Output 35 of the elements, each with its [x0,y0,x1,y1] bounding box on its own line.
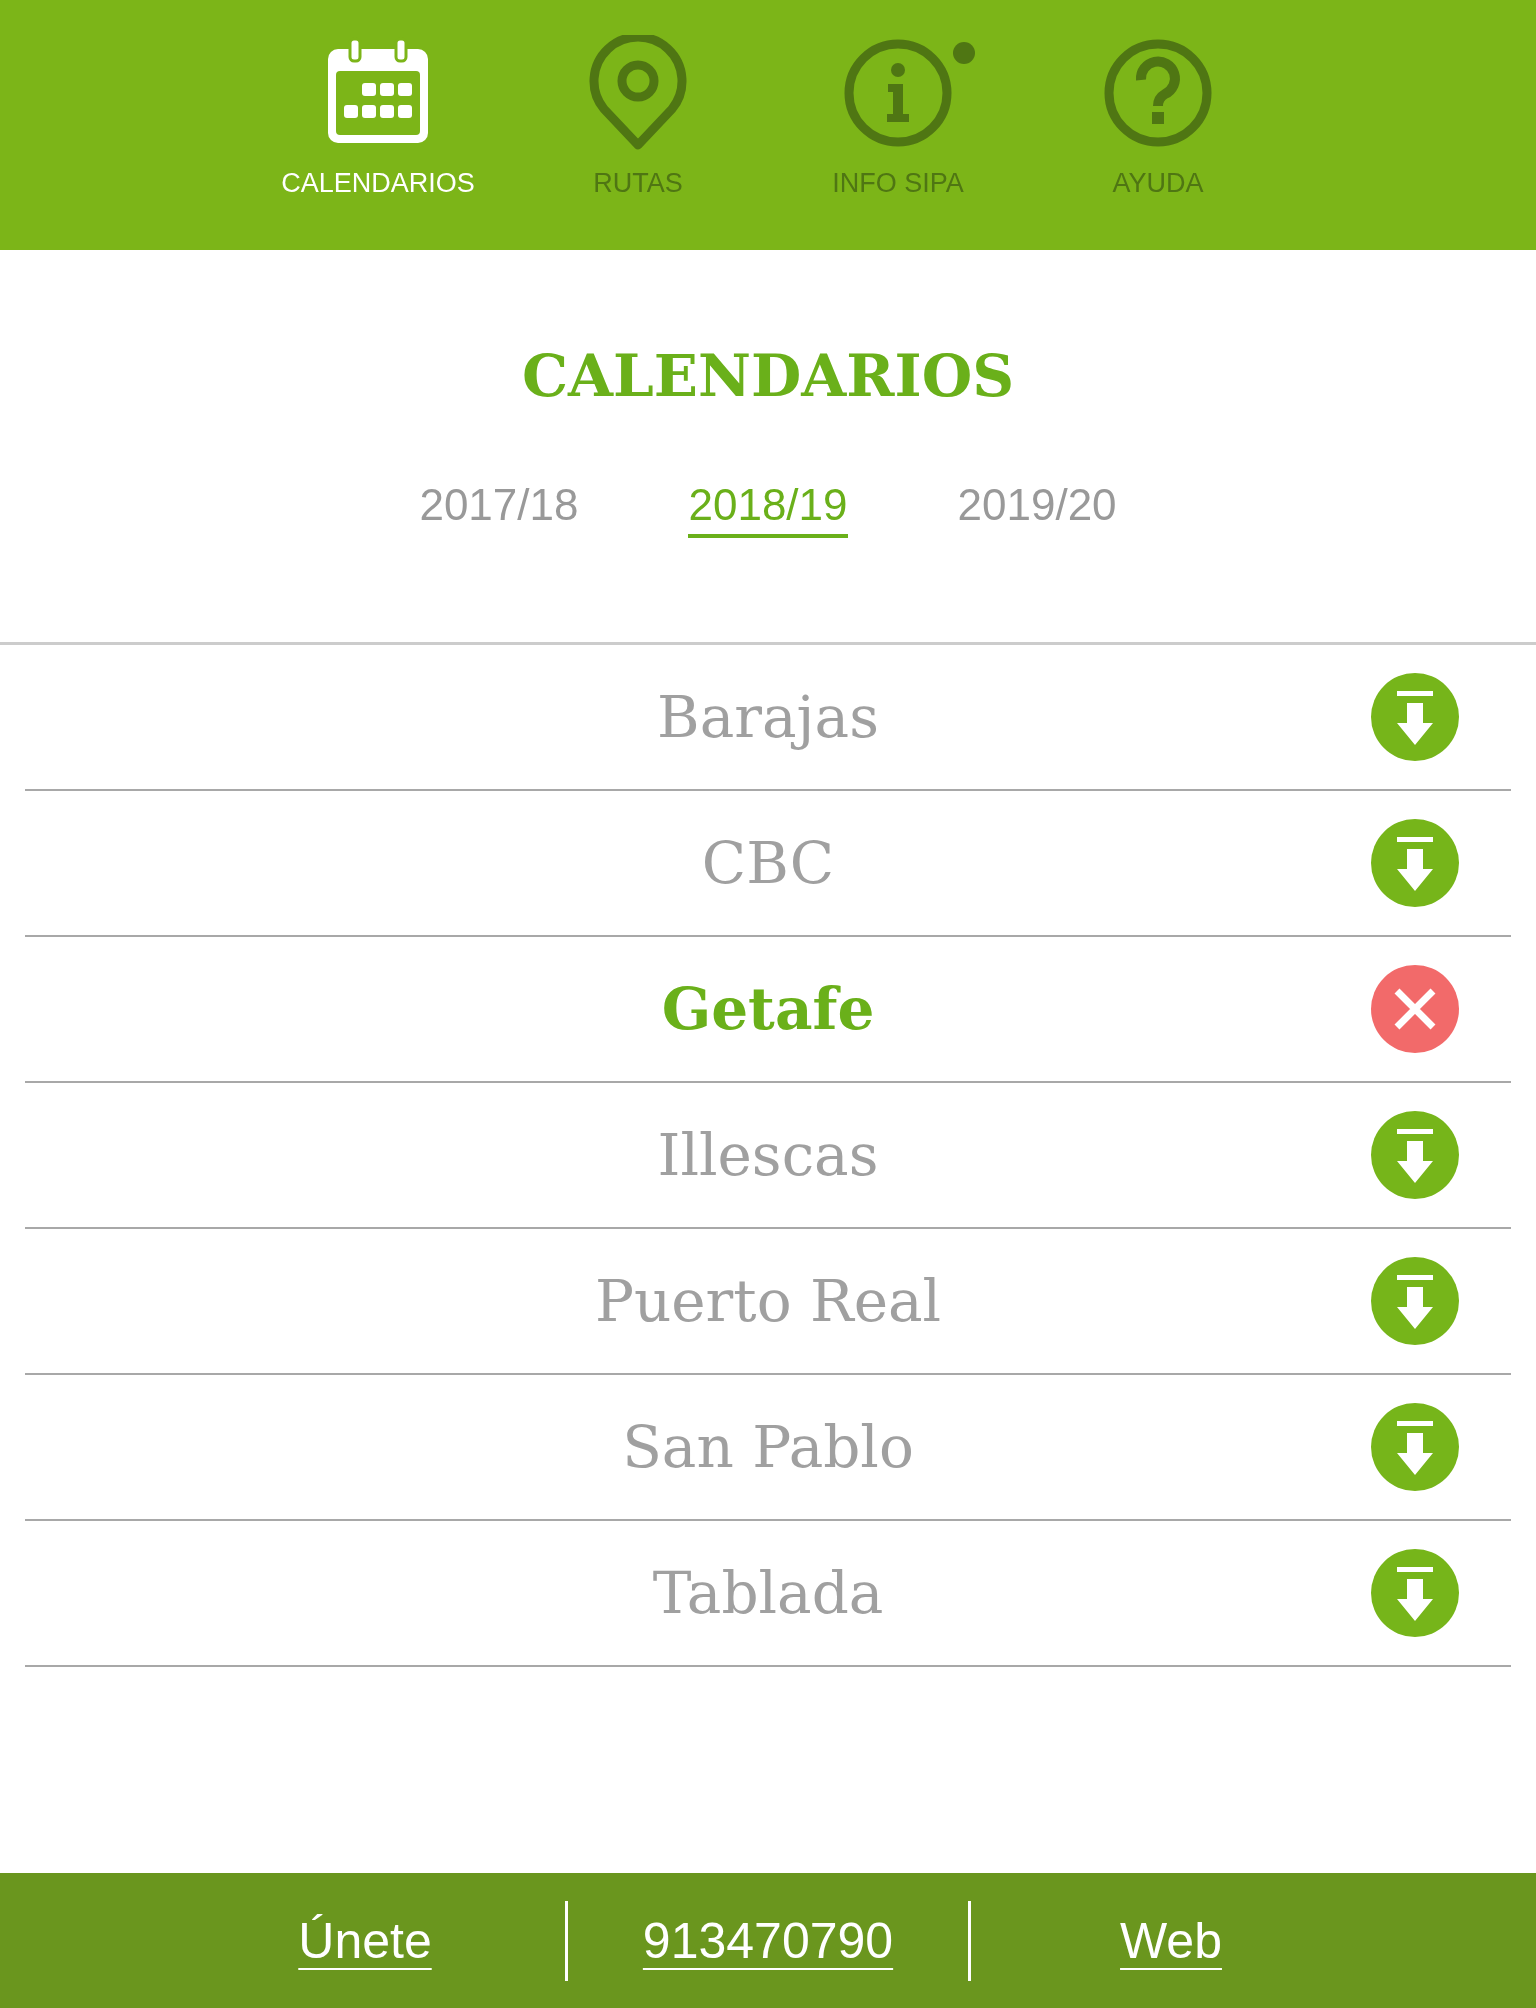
download-icon [1371,1111,1459,1199]
info-icon [843,38,953,148]
download-button[interactable] [1371,1549,1459,1637]
page-title: CALENDARIOS [520,342,1016,410]
download-button[interactable] [1371,1257,1459,1345]
location-name[interactable]: Illescas [657,1121,879,1189]
year-tab[interactable]: 2018/19 [688,480,848,538]
download-icon [1371,673,1459,761]
nav-tab[interactable]: AYUDA [1028,0,1288,250]
download-button[interactable] [1371,673,1459,761]
nav-tab[interactable]: CALENDARIOS [248,0,508,250]
download-button[interactable] [1371,1111,1459,1199]
help-icon [1103,38,1213,148]
footer-link[interactable]: 913470790 [568,1911,968,1970]
nav-tab[interactable]: RUTAS [508,0,768,250]
close-icon [1371,965,1459,1053]
location-name[interactable]: Puerto Real [594,1267,942,1335]
footer-link[interactable]: Web [971,1911,1371,1970]
location-name[interactable]: CBC [701,829,835,897]
location-name[interactable]: San Pablo [622,1413,914,1481]
year-tab[interactable]: 2019/20 [957,480,1117,538]
download-icon [1371,819,1459,907]
location-name[interactable]: Barajas [657,683,879,751]
location-name[interactable]: Getafe [661,975,875,1043]
location-name[interactable]: Tablada [652,1559,884,1627]
download-button[interactable] [1371,819,1459,907]
download-icon [1371,1549,1459,1637]
location-pin-icon [588,35,688,151]
download-button[interactable] [1371,1403,1459,1491]
remove-button[interactable] [1371,965,1459,1053]
year-tab[interactable]: 2017/18 [419,480,579,538]
download-icon [1371,1403,1459,1491]
nav-tab[interactable]: INFO SIPA [768,0,1028,250]
footer-link[interactable]: Únete [165,1911,565,1970]
download-icon [1371,1257,1459,1345]
